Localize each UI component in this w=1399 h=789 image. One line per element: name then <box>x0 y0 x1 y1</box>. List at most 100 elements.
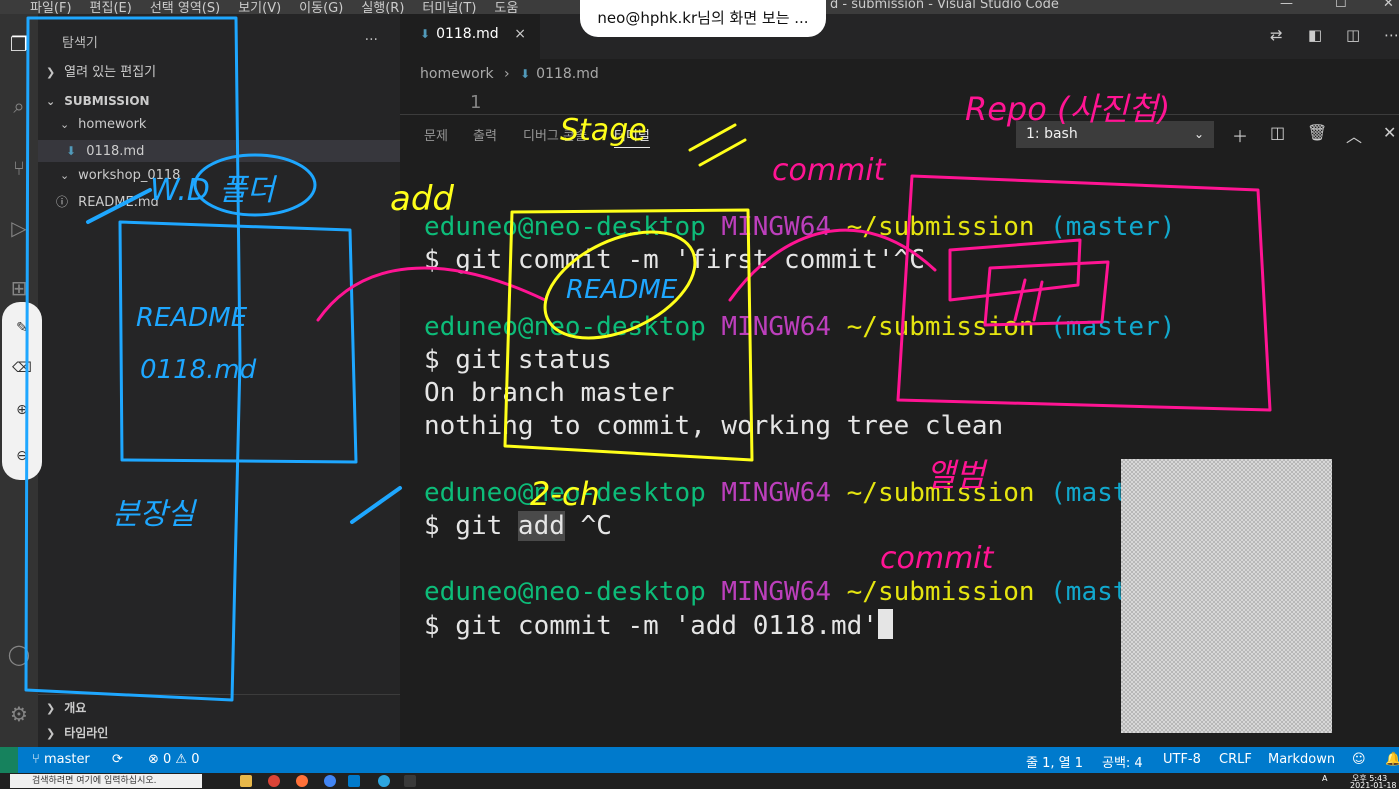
prompt-path: ~/submission <box>846 212 1035 242</box>
file-explorer-icon[interactable] <box>240 775 252 787</box>
more-actions-icon[interactable]: ⋯ <box>1384 26 1399 44</box>
menu-go[interactable]: 이동(G) <box>299 0 343 14</box>
pen-icon[interactable]: ✎ <box>2 320 42 336</box>
tree-item-homework[interactable]: ⌄ homework <box>38 114 400 136</box>
terminal-select-value: 1: bash <box>1026 126 1078 142</box>
prompt-user: eduneo@neo-desktop <box>424 577 706 608</box>
tree-item-label: workshop_0118 <box>78 168 181 183</box>
taskbar-search[interactable]: 검색하려면 여기에 입력하십시오. <box>10 774 202 788</box>
open-changes-icon[interactable]: ⇄ <box>1270 26 1283 44</box>
telegram-icon[interactable] <box>378 775 390 787</box>
more-actions-icon[interactable]: ... <box>365 28 378 44</box>
terminal-cursor <box>877 609 893 640</box>
menu-edit[interactable]: 편집(E) <box>90 0 132 14</box>
vscode-icon[interactable] <box>348 775 360 787</box>
app-icon[interactable] <box>404 775 416 787</box>
trash-icon[interactable]: 🗑 <box>1307 123 1327 142</box>
annotation-toolbar: ✎ ⌫ ⊕ ⊖ <box>2 302 42 480</box>
sync-icon[interactable]: ⟳ <box>112 752 123 767</box>
menu-view[interactable]: 보기(V) <box>238 0 281 14</box>
tree-item-workshop[interactable]: ⌄ workshop_0118 <box>38 165 400 187</box>
branch-icon: ⑂ <box>32 752 44 767</box>
problems-indicator[interactable]: ⊗ 0 ⚠ 0 <box>148 752 200 767</box>
prompt-line: eduneo@neo-desktop MINGW64 ~/submission … <box>424 576 1175 609</box>
explorer-title: 탐색기 <box>62 36 98 51</box>
folder-section-submission[interactable]: ⌄ SUBMISSION <box>38 90 400 112</box>
editor-tabs: ⬇ 0118.md × ⇄ ◧ ◫ ⋯ <box>400 14 1399 59</box>
command-line: $ git commit -m 'add 0118.md' <box>424 609 1175 643</box>
command-line: $ git commit -m 'first commit'^C <box>424 245 925 276</box>
command-line: $ git status <box>424 344 612 375</box>
menu-file[interactable]: 파일(F) <box>30 0 72 14</box>
cursor-position[interactable]: 줄 1, 열 1 <box>1026 752 1083 771</box>
status-bar: ⑂ master ⟳ ⊗ 0 ⚠ 0 줄 1, 열 1 공백: 4 UTF-8 … <box>0 747 1399 773</box>
split-editor-icon[interactable]: ◫ <box>1346 26 1360 44</box>
command-text: $ git commit -m 'add 0118.md' <box>424 611 878 642</box>
end-of-line[interactable]: CRLF <box>1219 752 1252 767</box>
close-icon[interactable]: × <box>514 14 526 54</box>
command-line: $ git add ^C <box>424 510 1175 543</box>
chrome-icon[interactable] <box>268 775 280 787</box>
menu-run[interactable]: 실행(R) <box>361 0 404 14</box>
menu-terminal[interactable]: 터미널(T) <box>422 0 476 14</box>
close-panel-icon[interactable]: ✕ <box>1383 123 1396 142</box>
zoom-in-icon[interactable]: ⊕ <box>2 402 42 418</box>
indentation[interactable]: 공백: 4 <box>1102 752 1143 771</box>
open-editors-section[interactable]: ❯ 열려 있는 편집기 <box>38 62 400 84</box>
markdown-icon: ⬇ <box>66 144 77 158</box>
outline-label: 개요 <box>64 701 87 715</box>
tab-problems[interactable]: 문제 <box>424 125 448 144</box>
split-terminal-icon[interactable]: ◫ <box>1270 123 1285 142</box>
input-language[interactable]: A <box>1322 774 1327 783</box>
prompt-env: MINGW64 <box>721 577 831 608</box>
clock-date[interactable]: 2021-01-18 <box>1350 781 1397 789</box>
bell-icon[interactable]: 🔔 <box>1385 752 1399 767</box>
eraser-icon[interactable]: ⌫ <box>2 360 42 376</box>
close-window-icon[interactable]: ✕ <box>1383 0 1394 11</box>
tab-output[interactable]: 출력 <box>473 125 497 144</box>
screen-share-banner[interactable]: neo@hphk.kr님의 화면 보는 ... <box>580 0 826 37</box>
encoding[interactable]: UTF-8 <box>1163 752 1201 767</box>
new-terminal-icon[interactable]: ＋ <box>1232 123 1248 147</box>
terminal-output[interactable]: eduneo@neo-desktop MINGW64 ~/submission … <box>424 211 1175 644</box>
language-mode[interactable]: Markdown <box>1268 752 1335 767</box>
run-debug-icon[interactable]: ▷ <box>0 216 38 240</box>
feedback-icon[interactable]: ☺ <box>1352 752 1366 767</box>
prompt-user: eduneo@neo-desktop <box>424 212 706 242</box>
gear-icon[interactable]: ⚙ <box>0 702 38 726</box>
breadcrumb-file[interactable]: 0118.md <box>536 66 599 82</box>
minimize-icon[interactable]: — <box>1280 0 1293 11</box>
tab-debug-console[interactable]: 디버그 콘솔 <box>523 125 587 144</box>
menu-help[interactable]: 도움 <box>494 0 518 14</box>
explorer-icon[interactable]: ❐ <box>0 32 38 56</box>
tree-item-label: 0118.md <box>86 144 145 159</box>
tab-terminal[interactable]: 터미널 <box>614 125 650 148</box>
source-control-icon[interactable]: ⑂ <box>0 156 38 180</box>
outline-section[interactable]: ❯ 개요 <box>38 697 400 719</box>
prompt-user: eduneo@neo-desktop <box>424 477 706 508</box>
extensions-icon[interactable]: ⊞ <box>0 276 38 300</box>
tree-item-label: homework <box>78 117 147 132</box>
firefox-icon[interactable] <box>296 775 308 787</box>
account-icon[interactable]: ◯ <box>0 642 38 666</box>
prompt-user: eduneo@neo-desktop <box>424 311 706 342</box>
tab-0118-md[interactable]: ⬇ 0118.md × <box>400 14 540 59</box>
browser-icon[interactable] <box>324 775 336 787</box>
zoom-out-icon[interactable]: ⊖ <box>2 448 42 464</box>
tree-item-readme[interactable]: ⓘ README.md <box>38 191 400 213</box>
folder-label: SUBMISSION <box>64 94 150 108</box>
vscode-window: 파일(F) 편집(E) 선택 영역(S) 보기(V) 이동(G) 실행(R) 터… <box>0 0 1399 789</box>
remote-indicator[interactable] <box>0 747 18 773</box>
prompt-branch: (master) <box>1050 212 1176 242</box>
tree-item-0118-md[interactable]: ⬇ 0118.md <box>38 140 400 162</box>
menu-selection[interactable]: 선택 영역(S) <box>150 0 220 14</box>
output-line: nothing to commit, working tree clean <box>424 411 1004 442</box>
timeline-section[interactable]: ❯ 타임라인 <box>38 722 400 744</box>
search-icon[interactable]: ⌕ <box>0 94 38 118</box>
branch-indicator[interactable]: ⑂ master <box>32 752 90 767</box>
breadcrumb-folder[interactable]: homework <box>420 66 494 82</box>
open-preview-icon[interactable]: ◧ <box>1308 26 1322 44</box>
terminal-select[interactable]: 1: bash ⌄ <box>1016 121 1214 148</box>
maximize-icon[interactable]: ☐ <box>1335 0 1347 11</box>
maximize-panel-icon[interactable]: ︿ <box>1346 123 1362 147</box>
